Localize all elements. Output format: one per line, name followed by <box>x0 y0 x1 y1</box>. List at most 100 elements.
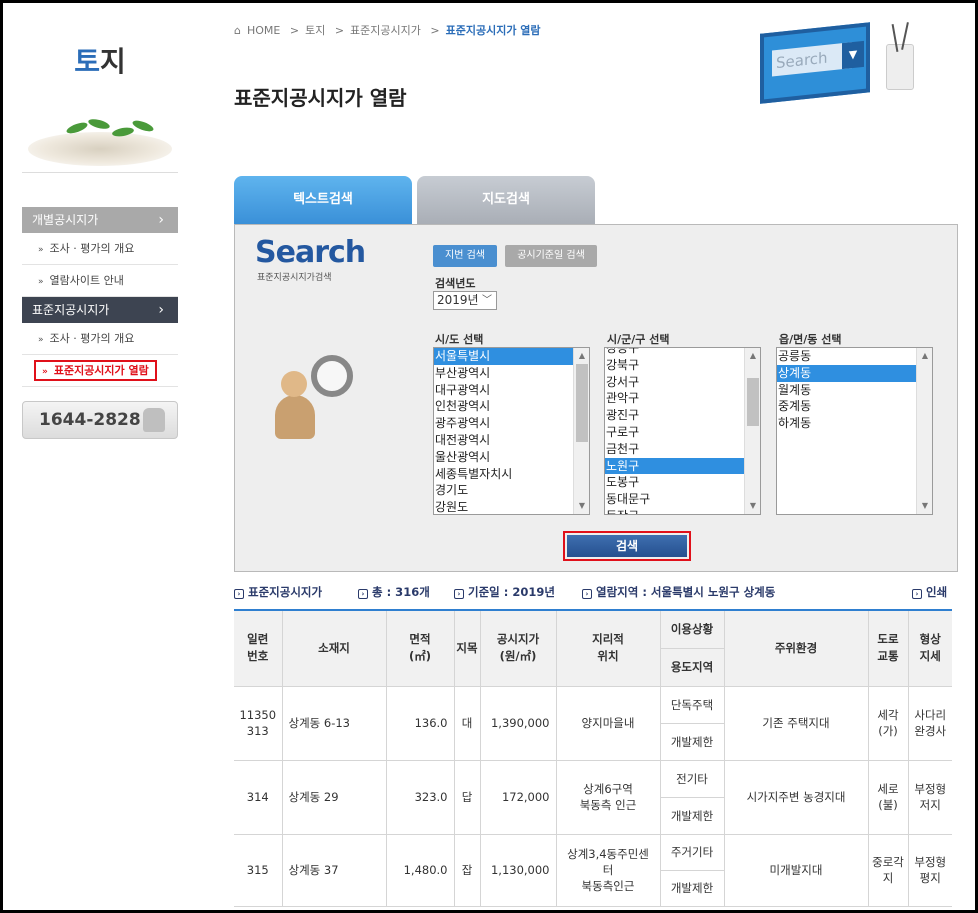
sigungu-option[interactable]: 강서구 <box>605 374 744 391</box>
tab-map-search[interactable]: 지도검색 <box>417 176 595 224</box>
sigungu-option[interactable]: 광진구 <box>605 407 744 424</box>
sido-option[interactable]: 서울특별시 <box>434 348 573 365</box>
monitor-illustration: Search ▼ <box>760 22 870 104</box>
sigungu-listbox[interactable]: 강동구강북구강서구관악구광진구구로구금천구노원구도봉구동대문구동작구 ▲ ▼ <box>604 347 761 515</box>
sido-label: 시/도 선택 <box>435 333 484 346</box>
header-zoning: 용도지역 <box>660 647 724 687</box>
sidebar-item-label: 개별공시지가 <box>32 213 99 227</box>
sido-option[interactable]: 울산광역시 <box>434 449 573 466</box>
box-arrow-icon: › <box>582 589 592 599</box>
print-link[interactable]: › 인쇄 <box>912 584 947 600</box>
cell-jimok: 답 <box>453 759 481 835</box>
sido-option[interactable]: 인천광역시 <box>434 398 573 415</box>
sigungu-scrollbar[interactable]: ▲ ▼ <box>744 348 760 514</box>
sido-option[interactable]: 대전광역시 <box>434 432 573 449</box>
sigungu-option[interactable]: 도봉구 <box>605 474 744 491</box>
sido-scrollbar[interactable]: ▲ ▼ <box>573 348 589 514</box>
table-row: 11350 313 상계동 6-13 136.0 대 1,390,000 양지마을내 단독주… <box>234 685 952 761</box>
breadcrumb-home[interactable]: HOME <box>247 24 280 37</box>
cell-env: 시가지주변 농경지대 <box>723 759 869 835</box>
sigungu-option[interactable]: 동대문구 <box>605 491 744 508</box>
scroll-up-icon[interactable]: ▲ <box>745 348 760 364</box>
sido-option[interactable]: 세종특별자치시 <box>434 466 573 483</box>
sidebar-item-individual-price[interactable]: 개별공시지가 › <box>22 207 178 233</box>
year-select-value: 2019년 <box>437 293 479 307</box>
sido-option[interactable]: 강원도 <box>434 499 573 514</box>
scroll-down-icon[interactable]: ▼ <box>574 498 589 514</box>
box-arrow-icon: › <box>454 589 464 599</box>
result-table-body: 11350 313 상계동 6-13 136.0 대 1,390,000 양지마을내 단독주… <box>234 685 952 907</box>
emd-option[interactable]: 월계동 <box>777 382 916 399</box>
emd-scrollbar[interactable]: ▲ ▼ <box>916 348 932 514</box>
sido-option[interactable]: 대구광역시 <box>434 382 573 399</box>
sigungu-option[interactable]: 구로구 <box>605 424 744 441</box>
sigungu-option[interactable]: 관악구 <box>605 390 744 407</box>
cell-geo: 상계6구역 북동측 인근 <box>555 759 661 835</box>
leaf-shape <box>87 117 111 131</box>
emd-listbox[interactable]: 공릉동 상계동 월계동 중계동 하계동 ▲ ▼ <box>776 347 933 515</box>
header-road: 도로 교통 <box>867 609 909 687</box>
header-env: 주위환경 <box>723 609 869 687</box>
sido-option[interactable]: 부산광역시 <box>434 365 573 382</box>
box-arrow-icon: › <box>912 589 922 599</box>
sidebar-item-standard-price[interactable]: 표준지공시지가 › <box>22 297 178 323</box>
search-logo: Search <box>255 235 366 270</box>
box-arrow-icon: › <box>234 589 244 599</box>
sido-option[interactable]: 경기도 <box>434 482 573 499</box>
bullet-icon: » <box>38 245 44 255</box>
sigungu-option[interactable]: 강북구 <box>605 357 744 374</box>
sigungu-option[interactable]: 동작구 <box>605 508 744 514</box>
sidebar-subitem-survey-overview[interactable]: » 조사 · 평가의 개요 <box>22 233 178 265</box>
info-total: › 총 : 316개 <box>358 584 430 600</box>
breadcrumb-item[interactable]: 표준지공시지가 <box>350 24 421 37</box>
header-usage: 이용상황 <box>659 609 725 649</box>
emd-option[interactable]: 하계동 <box>777 415 916 432</box>
search-button[interactable]: 검색 <box>567 535 687 557</box>
sidebar-subitem-site-guide[interactable]: » 열람사이트 안내 <box>22 265 178 297</box>
jibun-search-button[interactable]: 지번 검색 <box>433 245 497 267</box>
base-date-search-button[interactable]: 공시기준일 검색 <box>505 245 597 267</box>
home-icon: ⌂ <box>234 24 241 37</box>
sigungu-options: 강동구강북구강서구관악구광진구구로구금천구노원구도봉구동대문구동작구 <box>605 348 744 514</box>
sidebar-title-rest: 지 <box>100 45 126 78</box>
cell-serial: 315 <box>234 833 283 907</box>
sigungu-option[interactable]: 강동구 <box>605 348 744 357</box>
scroll-up-icon[interactable]: ▲ <box>574 348 589 364</box>
person-magnifier-illustration <box>271 355 361 445</box>
scroll-up-icon[interactable]: ▲ <box>917 348 932 364</box>
tab-text-search[interactable]: 텍스트검색 <box>234 176 412 224</box>
emd-option[interactable]: 상계동 <box>777 364 916 382</box>
info-region-text: 열람지역 : 서울특별시 노원구 상계동 <box>596 585 776 599</box>
year-label: 검색년도 <box>435 277 476 290</box>
sidebar-subitem-label: 조사 · 평가의 개요 <box>49 242 135 255</box>
illustration-dropdown-icon: ▼ <box>842 40 864 70</box>
emd-options: 공릉동 상계동 월계동 중계동 하계동 <box>777 348 916 432</box>
scroll-thumb[interactable] <box>576 364 588 442</box>
sidebar-subitem-survey-overview-2[interactable]: » 조사 · 평가의 개요 <box>22 323 178 355</box>
sigungu-option[interactable]: 노원구 <box>605 457 744 475</box>
sidebar-subitem-standard-price-view[interactable]: » 표준지공시지가 열람 <box>22 355 178 387</box>
cell-shape: 사다리 완경사 <box>907 685 952 761</box>
emd-option[interactable]: 공릉동 <box>777 348 916 365</box>
sido-listbox[interactable]: 서울특별시 부산광역시 대구광역시 인천광역시 광주광역시 대전광역시 울산광역시 세종특별자… <box>433 347 590 515</box>
breadcrumb-item[interactable]: 토지 <box>305 24 325 37</box>
scroll-thumb[interactable] <box>747 378 759 426</box>
sido-option[interactable]: 광주광역시 <box>434 415 573 432</box>
cell-jimok: 대 <box>453 685 481 761</box>
sigungu-option[interactable]: 금천구 <box>605 441 744 458</box>
bullet-icon: » <box>38 335 44 345</box>
cell-zoning: 개발제한 <box>660 722 724 761</box>
year-select[interactable]: 2019년 ﹀ <box>433 291 497 310</box>
scroll-down-icon[interactable]: ▼ <box>745 498 760 514</box>
cell-serial: 11350 313 <box>234 685 283 761</box>
cell-location: 상계동 37 <box>281 833 387 907</box>
cell-zoning: 개발제한 <box>660 796 724 835</box>
scroll-down-icon[interactable]: ▼ <box>917 498 932 514</box>
cell-area: 323.0 <box>385 759 455 835</box>
sidebar-title-accent: 토 <box>74 45 100 78</box>
emd-option[interactable]: 중계동 <box>777 398 916 415</box>
header-jimok: 지목 <box>453 609 481 687</box>
header-price: 공시지가 (원/㎡) <box>479 609 557 687</box>
header-shape: 형상 지세 <box>907 609 952 687</box>
sidebar: 토지 개별공시지가 › » 조사 · 평가의 개요 » 열람사이트 안내 표준지공시… <box>22 40 178 439</box>
